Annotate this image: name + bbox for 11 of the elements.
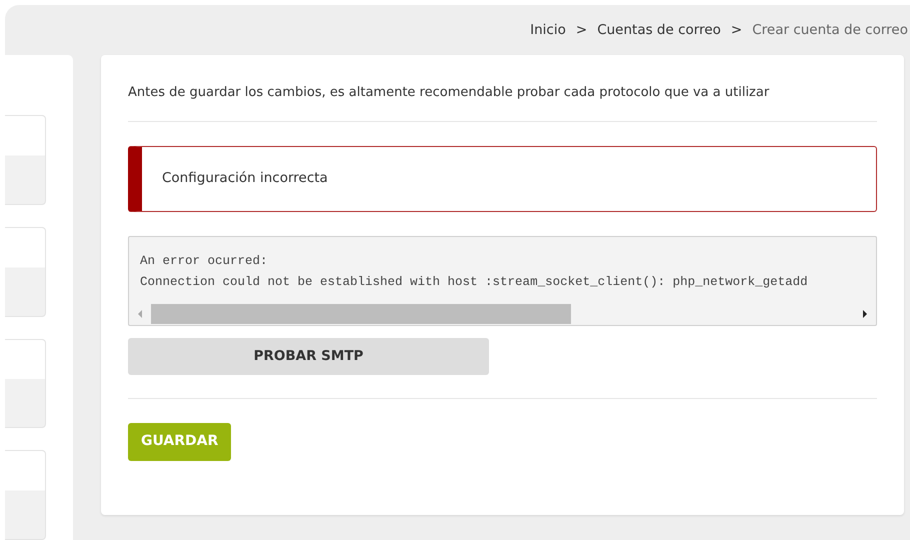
scrollbar-thumb[interactable]: [151, 304, 571, 324]
breadcrumb-link[interactable]: Cuentas de correo: [597, 20, 721, 40]
breadcrumb-link[interactable]: Inicio: [530, 20, 566, 40]
log-line: An error ocurred:: [139, 252, 269, 270]
breadcrumb-current: Crear cuenta de correo: [752, 20, 908, 40]
log-line: Connection could not be established with host :stream_socket_client(): php_network_getadd: [139, 274, 809, 290]
test-smtp-button[interactable]: PROBAR SMTP: [128, 338, 489, 374]
intro-text: Antes de guardar los cambios, es altamente recomendable probar cada protocolo que va a utilizar: [128, 84, 770, 102]
breadcrumb-separator: >: [576, 20, 588, 40]
breadcrumb-separator: >: [730, 20, 742, 40]
alert-message: Configuración incorrecta: [162, 169, 328, 188]
